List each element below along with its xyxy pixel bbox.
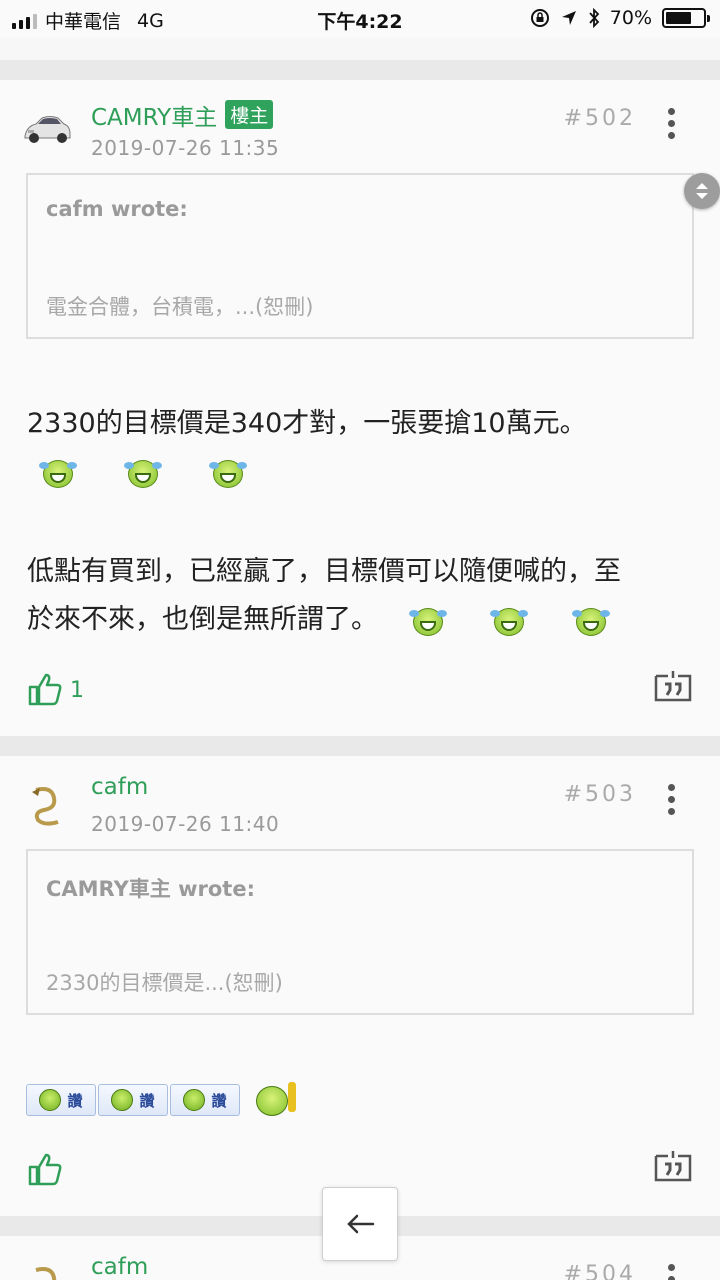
status-bar: 中華電信 4G 下午4:22 70% xyxy=(0,0,720,38)
like-icon[interactable] xyxy=(28,672,64,706)
laugh-emoji-icon xyxy=(39,454,77,492)
author-name[interactable]: cafm xyxy=(91,774,148,800)
laugh-emoji-icon xyxy=(571,602,610,640)
car-avatar-icon xyxy=(22,104,72,154)
laugh-emoji-icon xyxy=(209,454,248,492)
author-name[interactable]: CAMRY車主 樓主 xyxy=(91,98,274,132)
emoji-row xyxy=(27,448,695,496)
cheer-emoji-icon xyxy=(254,1080,300,1120)
laugh-emoji-icon xyxy=(490,602,529,640)
more-options-icon[interactable] xyxy=(668,1264,676,1280)
post-date: 2019-07-26 11:40 xyxy=(91,812,280,836)
quote-reply-icon[interactable] xyxy=(654,670,692,702)
quote-reply-icon[interactable] xyxy=(654,1150,692,1182)
post-503: cafm 2019-07-26 11:40 #503 CAMRY車主 wrote… xyxy=(0,756,720,1216)
post-body: 2330的目標價是340才對，一張要搶10萬元。 xyxy=(27,400,695,496)
battery-icon xyxy=(662,8,710,28)
post-paragraph-line: 於來不來，也倒是無所謂了。 xyxy=(27,596,695,644)
post-body: 低點有買到，已經贏了，目標價可以隨便喊的，至 於來不來，也倒是無所謂了。 xyxy=(27,548,695,644)
dragon-avatar-icon xyxy=(22,780,72,830)
laugh-emoji-icon xyxy=(124,454,163,492)
post-paragraph: 低點有買到，已經贏了，目標價可以隨便喊的，至 xyxy=(27,556,621,587)
quote-author: cafm wrote: xyxy=(46,197,188,221)
more-options-icon[interactable] xyxy=(668,784,676,820)
post-number[interactable]: #503 xyxy=(564,782,636,807)
post-502: CAMRY車主 樓主 2019-07-26 11:35 #502 cafm wro… xyxy=(0,80,720,736)
quote-text: 2330的目標價是...(恕刪) xyxy=(46,971,283,995)
smile-icon xyxy=(111,1089,134,1111)
post-paragraph: 2330的目標價是340才對，一張要搶10萬元。 xyxy=(27,408,587,439)
dragon-avatar-icon xyxy=(22,1260,72,1280)
spacer xyxy=(0,38,720,60)
like-sticker: 讚 xyxy=(26,1084,96,1116)
divider xyxy=(0,60,720,80)
scroll-toggle-button[interactable] xyxy=(684,173,720,209)
like-count: 1 xyxy=(70,678,84,703)
like-sticker: 讚 xyxy=(98,1084,168,1116)
op-badge: 樓主 xyxy=(225,100,274,129)
post-date: 2019-07-26 11:35 xyxy=(91,136,280,160)
back-button[interactable] xyxy=(322,1187,398,1261)
avatar[interactable] xyxy=(22,1260,72,1280)
author-name[interactable]: cafm xyxy=(91,1254,148,1280)
bluetooth-icon xyxy=(589,8,600,28)
quote-author: CAMRY車主 wrote: xyxy=(46,877,255,901)
more-options-icon[interactable] xyxy=(668,108,676,144)
rotation-lock-icon xyxy=(530,9,549,27)
like-icon[interactable] xyxy=(28,1152,64,1186)
quote-block[interactable]: CAMRY車主 wrote: 2330的目標價是...(恕刪) xyxy=(26,849,694,1015)
laugh-emoji-icon xyxy=(409,602,448,640)
quote-block[interactable]: cafm wrote: 電金合體，台積電，...(恕刪) xyxy=(26,173,694,339)
avatar[interactable] xyxy=(22,780,72,830)
arrow-left-icon xyxy=(347,1214,375,1234)
quote-text: 電金合體，台積電，...(恕刪) xyxy=(46,295,314,319)
sticker-row: 讚 讚 讚 xyxy=(26,1080,300,1120)
battery-percent: 70% xyxy=(609,7,652,29)
smile-icon xyxy=(183,1089,206,1111)
post-number[interactable]: #504 xyxy=(564,1262,636,1280)
divider xyxy=(0,736,720,756)
like-sticker: 讚 xyxy=(170,1084,240,1116)
post-number[interactable]: #502 xyxy=(564,106,636,131)
smile-icon xyxy=(39,1089,62,1111)
avatar[interactable] xyxy=(22,104,72,154)
up-down-icon xyxy=(696,183,708,199)
location-icon xyxy=(561,11,576,25)
